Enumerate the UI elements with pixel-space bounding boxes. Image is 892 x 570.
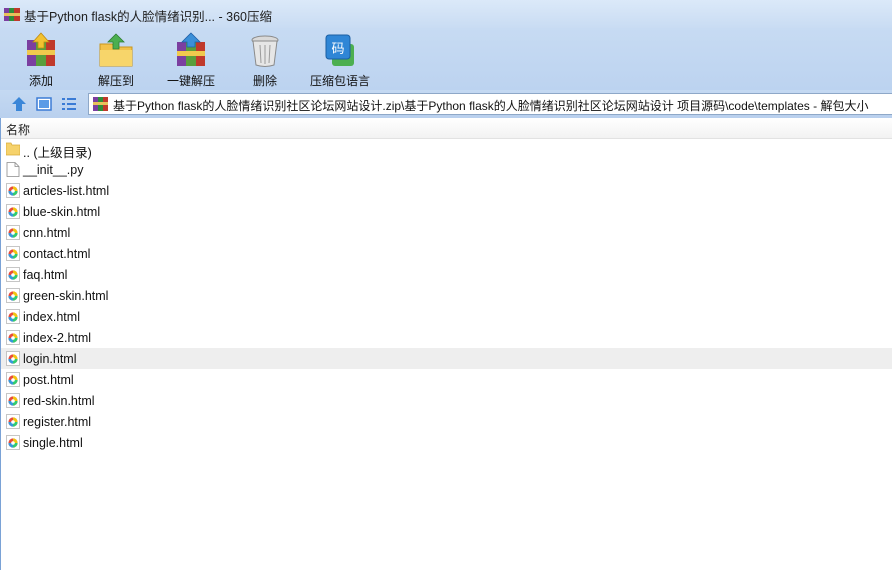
add-button[interactable]: 添加 (5, 30, 77, 88)
html-file-icon (6, 183, 20, 198)
toolbar: 添加 解压到 一键解压 删除 码 压缩包语言 (0, 28, 892, 90)
html-file-icon (6, 309, 20, 324)
archive-language-icon: 码 (325, 34, 354, 66)
extract-to-button[interactable]: 解压到 (80, 30, 152, 88)
one-click-extract-icon (177, 32, 205, 66)
html-file-icon (6, 351, 20, 366)
html-file-icon (6, 414, 20, 429)
html-file-icon (6, 267, 20, 282)
file-row[interactable]: post.html (0, 369, 892, 390)
extract-to-label: 解压到 (97, 74, 134, 88)
address-bar: 基于Python flask的人脸情绪识别社区论坛网站设计.zip\基于Pyth… (0, 90, 892, 118)
file-name: post.html (23, 373, 74, 387)
path-field[interactable]: 基于Python flask的人脸情绪识别社区论坛网站设计.zip\基于Pyth… (88, 93, 892, 115)
up-arrow-icon[interactable] (10, 95, 28, 113)
app-window: 基于Python flask的人脸情绪识别... - 360压缩 添加 解压到 (0, 0, 892, 570)
file-row[interactable]: index.html (0, 306, 892, 327)
one-click-extract-button[interactable]: 一键解压 (155, 30, 227, 88)
large-icon-view-icon[interactable] (35, 95, 53, 113)
file-name: red-skin.html (23, 394, 95, 408)
window-title: 基于Python flask的人脸情绪识别... - 360压缩 (24, 10, 272, 24)
file-row[interactable]: faq.html (0, 264, 892, 285)
html-file-icon (6, 204, 20, 219)
file-row[interactable]: green-skin.html (0, 285, 892, 306)
file-row[interactable]: red-skin.html (0, 390, 892, 411)
folder-icon (5, 141, 21, 156)
html-file-icon (6, 372, 20, 387)
file-row[interactable]: cnn.html (0, 222, 892, 243)
file-name: login.html (23, 352, 77, 366)
delete-trash-icon (251, 35, 279, 67)
file-name: __init__.py (23, 163, 84, 177)
html-file-icon (6, 288, 20, 303)
file-rows: .. (上级目录) __init__.py articles-list.html bl… (0, 138, 892, 453)
path-text: 基于Python flask的人脸情绪识别社区论坛网站设计.zip\基于Pyth… (113, 99, 869, 113)
file-row[interactable]: index-2.html (0, 327, 892, 348)
window-left-border (0, 118, 1, 570)
file-name: green-skin.html (23, 289, 109, 303)
html-file-icon (6, 393, 20, 408)
archive-language-label: 压缩包语言 (309, 74, 370, 88)
file-row[interactable]: single.html (0, 432, 892, 453)
file-row[interactable]: contact.html (0, 243, 892, 264)
parent-folder-row[interactable]: .. (上级目录) (0, 138, 892, 160)
file-name: contact.html (23, 247, 91, 261)
language-glyph: 码 (331, 42, 344, 57)
zip-archive-icon (93, 97, 108, 111)
file-row[interactable]: articles-list.html (0, 180, 892, 201)
file-name: index.html (23, 310, 80, 324)
file-name: articles-list.html (23, 184, 110, 198)
html-file-icon (6, 225, 20, 240)
archive-language-button[interactable]: 码 压缩包语言 (304, 30, 376, 88)
extract-to-folder-icon (99, 33, 133, 67)
file-row[interactable]: login.html (0, 348, 892, 369)
html-file-icon (6, 246, 20, 261)
file-name: single.html (23, 436, 83, 450)
file-name: blue-skin.html (23, 205, 101, 219)
file-row[interactable]: register.html (0, 411, 892, 432)
html-file-icon (6, 330, 20, 345)
file-row[interactable]: __init__.py (0, 159, 892, 180)
html-file-icon (6, 435, 20, 450)
column-name-label: 名称 (6, 123, 31, 137)
file-name: index-2.html (23, 331, 92, 345)
add-archive-icon (27, 32, 55, 66)
file-row[interactable]: blue-skin.html (0, 201, 892, 222)
title-bar: 基于Python flask的人脸情绪识别... - 360压缩 (0, 0, 892, 28)
delete-label: 删除 (252, 74, 277, 88)
add-label: 添加 (28, 74, 53, 88)
file-name: register.html (23, 415, 92, 429)
winrar-books-icon (4, 8, 20, 21)
file-name: faq.html (23, 268, 68, 282)
delete-button[interactable]: 删除 (229, 30, 301, 88)
file-icon (6, 162, 20, 177)
file-name: cnn.html (23, 226, 71, 240)
column-header-name[interactable]: 名称 (0, 118, 892, 139)
list-view-icon[interactable] (60, 95, 78, 113)
file-list: 名称 .. (上级目录) __init__.py articles-list.htm… (0, 118, 892, 570)
one-click-extract-label: 一键解压 (166, 74, 215, 88)
